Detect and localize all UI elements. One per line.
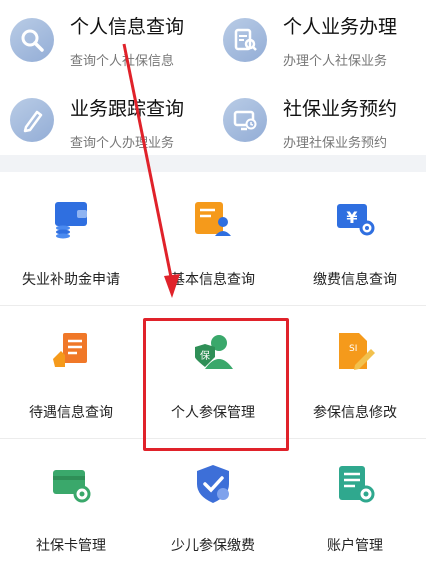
grid-item-unemployment-benefit[interactable]: 失业补助金申请: [0, 172, 142, 305]
search-icon: [10, 18, 54, 62]
grid-item-label: 少儿参保缴费: [171, 538, 255, 554]
quick-item-subtitle: 查询个人办理业务: [70, 136, 175, 151]
grid-item-basic-info[interactable]: 基本信息查询: [142, 172, 284, 305]
quick-item-appointment[interactable]: 社保业务预约 办理社保业务预约: [213, 78, 426, 156]
quick-item-personal-info[interactable]: 个人信息查询 查询个人社保信息: [0, 0, 213, 78]
quick-item-title: 个人业务办理: [283, 16, 398, 38]
grid-item-label: 账户管理: [327, 538, 383, 554]
grid-item-insurance-modify[interactable]: SI 参保信息修改: [284, 305, 426, 438]
svg-text:SI: SI: [349, 344, 357, 354]
quick-item-subtitle: 查询个人社保信息: [70, 54, 175, 69]
quick-item-personal-business[interactable]: 个人业务办理 办理个人社保业务: [213, 0, 426, 78]
grid-item-label: 社保卡管理: [36, 538, 106, 554]
grid-item-label: 缴费信息查询: [313, 272, 397, 288]
quick-services: 个人信息查询 查询个人社保信息 个人业务办理 办理个人社保业务 业务跟踪查询 查…: [0, 0, 426, 155]
wallet-coins-icon: [49, 196, 93, 240]
highlight-box: [143, 318, 289, 451]
card-gear-icon: [49, 462, 93, 506]
document-search-icon: [223, 18, 267, 62]
yen-ticket-icon: ¥: [333, 196, 377, 240]
quick-item-title: 个人信息查询: [70, 16, 185, 38]
grid-item-label: 失业补助金申请: [22, 272, 120, 288]
grid-item-payment-info[interactable]: ¥ 缴费信息查询: [284, 172, 426, 305]
grid-item-label: 参保信息修改: [313, 405, 397, 421]
account-list-icon: [333, 462, 377, 506]
profile-card-icon: [191, 196, 235, 240]
quick-item-business-tracking[interactable]: 业务跟踪查询 查询个人办理业务: [0, 78, 213, 156]
edit-document-icon: SI: [333, 329, 377, 373]
grid-item-account[interactable]: 账户管理: [284, 438, 426, 564]
grid-item-label: 基本信息查询: [171, 272, 255, 288]
shield-check-icon: [191, 462, 235, 506]
quick-item-title: 社保业务预约: [283, 98, 398, 120]
grid-item-label: 待遇信息查询: [29, 405, 113, 421]
quick-item-subtitle: 办理社保业务预约: [283, 136, 388, 151]
hand-list-icon: [49, 329, 93, 373]
quick-item-title: 业务跟踪查询: [70, 98, 185, 120]
quick-item-subtitle: 办理个人社保业务: [283, 54, 388, 69]
grid-item-child-insurance[interactable]: 少儿参保缴费: [142, 438, 284, 564]
svg-text:¥: ¥: [346, 208, 357, 227]
grid-item-benefit-info[interactable]: 待遇信息查询: [0, 305, 142, 438]
pen-icon: [10, 98, 54, 142]
grid-item-social-card[interactable]: 社保卡管理: [0, 438, 142, 564]
monitor-clock-icon: [223, 98, 267, 142]
section-divider: [0, 155, 426, 172]
